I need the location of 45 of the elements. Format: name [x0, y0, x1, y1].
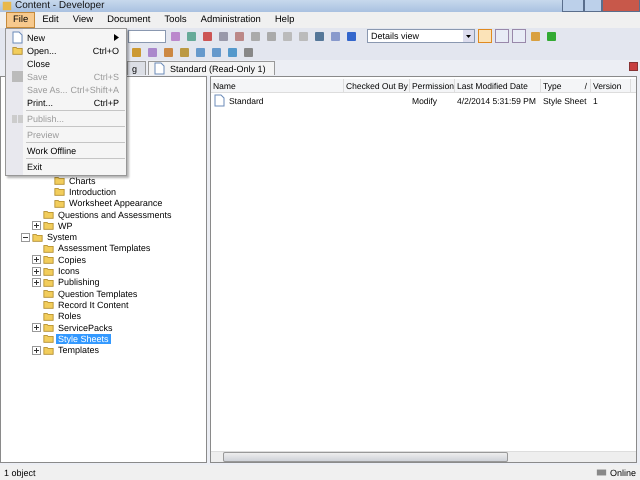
- menu-item[interactable]: Exit: [7, 160, 125, 173]
- tree-item[interactable]: Templates: [56, 345, 102, 356]
- connection-status: Online: [610, 468, 636, 478]
- menu-item[interactable]: Work Offline: [7, 144, 125, 157]
- column-header[interactable]: Last Modified Date: [455, 79, 541, 92]
- tree-item[interactable]: Worksheet Appearance: [67, 198, 164, 208]
- column-header[interactable]: Version: [591, 79, 631, 92]
- tree-item[interactable]: Assessment Templates: [56, 243, 152, 254]
- tree-item[interactable]: Icons: [56, 266, 82, 276]
- tree-item[interactable]: Publishing: [56, 277, 102, 288]
- column-header[interactable]: Type /: [541, 79, 591, 92]
- menu-item[interactable]: New: [7, 31, 125, 44]
- menu-item[interactable]: File: [6, 12, 36, 28]
- menu-item[interactable]: Tools: [157, 12, 194, 28]
- menu-item[interactable]: Document: [100, 12, 158, 28]
- menu-item[interactable]: Edit: [35, 12, 66, 28]
- tree-item[interactable]: System: [45, 232, 80, 242]
- menu-item[interactable]: View: [66, 12, 100, 28]
- window-title: Content - Developer: [15, 0, 104, 12]
- tree-item[interactable]: Questions and Assessments: [56, 210, 174, 220]
- tree-item[interactable]: Charts: [67, 176, 98, 186]
- table-cell: Standard: [211, 94, 344, 107]
- column-header[interactable]: Permission: [410, 79, 455, 92]
- column-header[interactable]: Checked Out By: [344, 79, 410, 92]
- tree-item[interactable]: WP: [56, 220, 74, 231]
- tree-item[interactable]: Record It Content: [56, 300, 131, 310]
- menu-item[interactable]: Close: [7, 57, 125, 70]
- menu-item[interactable]: Administration: [194, 12, 268, 28]
- table-cell-text: Style Sheet: [542, 94, 588, 107]
- table-cell-text: 4/2/2014 5:31:59 PM: [456, 94, 537, 107]
- tree-item[interactable]: Roles: [56, 311, 84, 322]
- tree-item[interactable]: Question Templates: [56, 288, 140, 299]
- document-tab[interactable]: Standard (Read-Only 1): [148, 61, 275, 75]
- table-cell-text: Modify: [411, 94, 438, 107]
- document-tab[interactable]: g: [127, 61, 146, 75]
- tree-item[interactable]: Copies: [56, 254, 88, 265]
- menu-item[interactable]: Open... Ctrl+O: [7, 44, 125, 57]
- menu-item[interactable]: Print... Ctrl+P: [7, 96, 125, 109]
- menu-item[interactable]: Help: [268, 12, 302, 28]
- tree-item[interactable]: ServicePacks: [56, 322, 115, 332]
- status-text: 1 object: [4, 468, 36, 478]
- view-select[interactable]: Details view: [367, 29, 475, 43]
- column-header[interactable]: Name: [211, 79, 344, 92]
- tree-item[interactable]: Introduction: [67, 186, 118, 197]
- table-cell-text: 1: [592, 94, 599, 107]
